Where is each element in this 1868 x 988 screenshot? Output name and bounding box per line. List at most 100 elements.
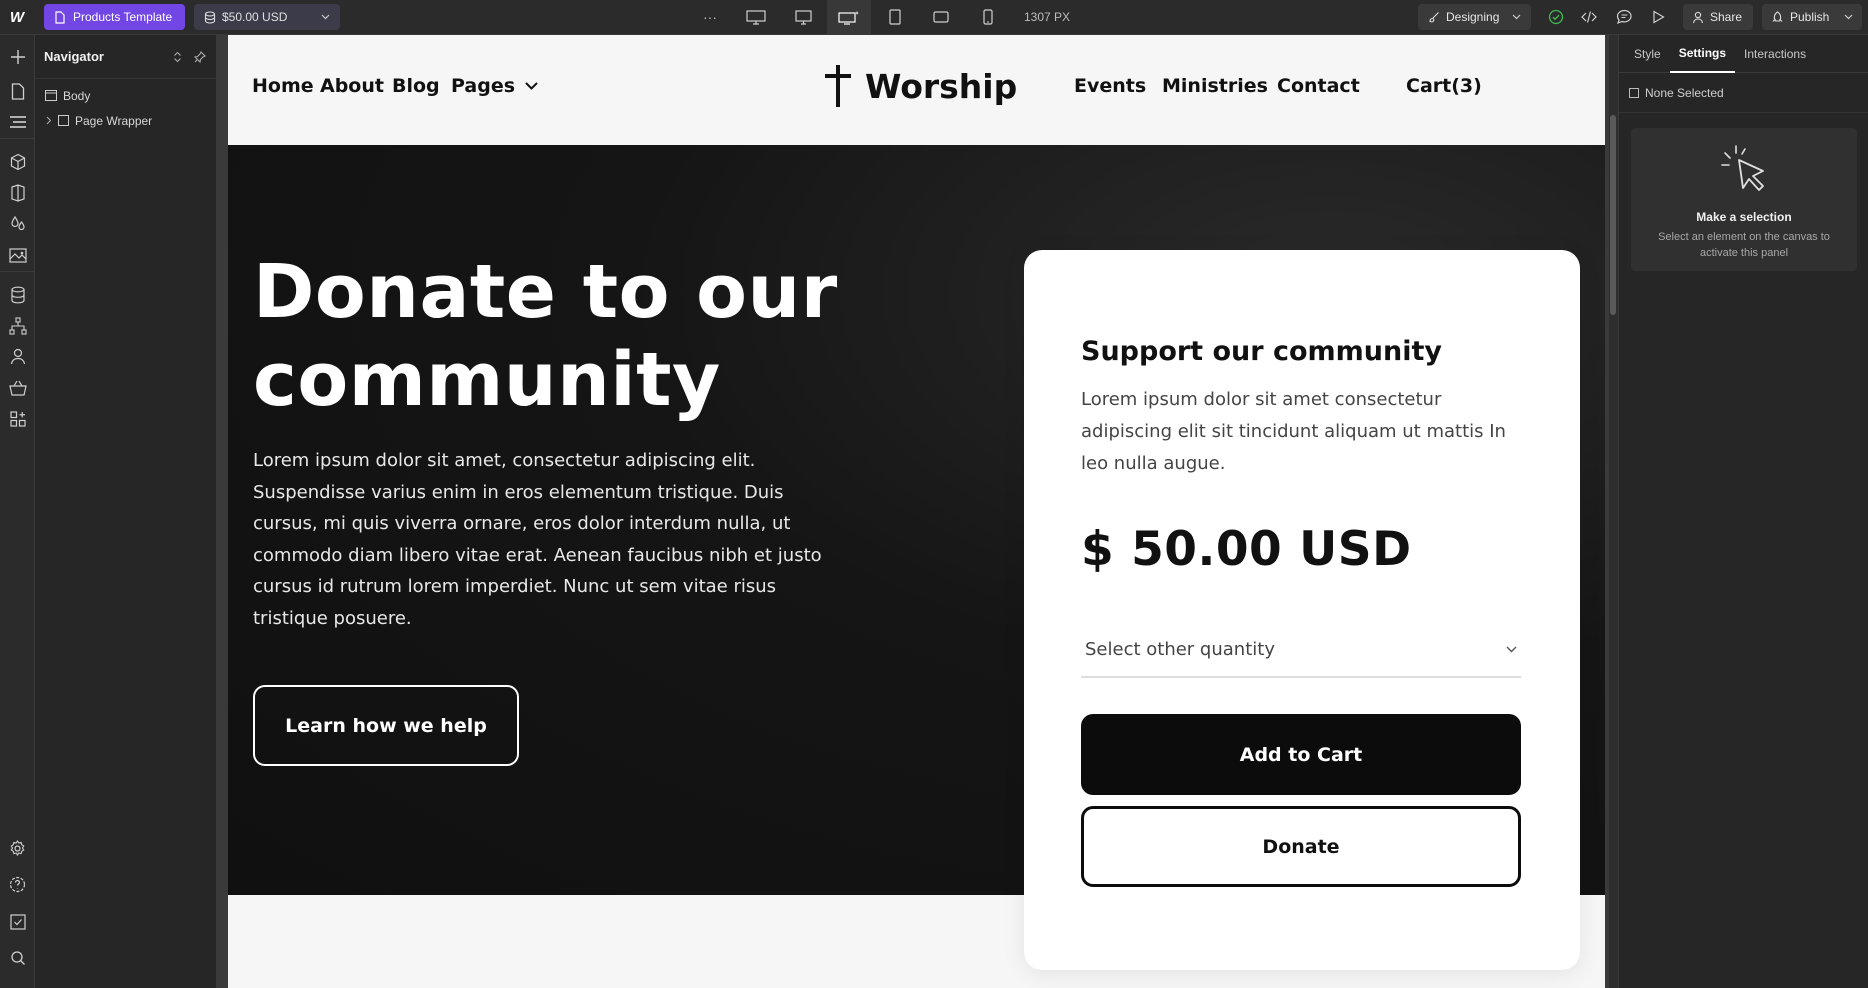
breakpoint-tablet-button[interactable]	[873, 0, 917, 34]
nav-link-contact[interactable]: Contact	[1277, 75, 1360, 97]
chevron-right-icon[interactable]	[46, 116, 52, 125]
add-to-cart-button[interactable]: Add to Cart	[1081, 714, 1521, 795]
chevron-down-icon	[525, 82, 538, 90]
tablet-icon	[889, 9, 901, 25]
hero-title: Donate to our community	[253, 249, 838, 423]
learn-how-we-help-button[interactable]: Learn how we help	[253, 685, 519, 766]
page-icon	[55, 10, 65, 24]
person-icon	[1692, 11, 1704, 23]
quantity-select[interactable]: Select other quantity	[1081, 622, 1521, 678]
navigator-panel: Navigator Body Page Wrapper	[35, 35, 217, 988]
navigator-row-label: Page Wrapper	[75, 113, 153, 128]
donation-card: Support our community Lorem ipsum dolor …	[1024, 250, 1580, 970]
product-price: $ 50.00 USD	[1081, 522, 1412, 577]
canvas-scroll-thumb[interactable]	[1610, 115, 1616, 315]
webflow-logo-icon[interactable]: W	[6, 6, 28, 28]
publish-button[interactable]: Publish	[1762, 4, 1862, 30]
hero-paragraph: Lorem ipsum dolor sit amet, consectetur …	[253, 450, 822, 629]
apps-icon[interactable]	[7, 408, 28, 429]
navigator-title: Navigator	[44, 49, 104, 64]
breakpoint-desktop-button[interactable]	[781, 0, 825, 34]
empty-state-text: Select an element on the canvas to activ…	[1658, 231, 1830, 259]
top-toolbar: W Products Template $50.00 USD ··· 1307 …	[0, 0, 1868, 35]
components-icon[interactable]	[7, 151, 28, 172]
navigator-icon[interactable]	[7, 111, 28, 132]
donate-button[interactable]: Donate	[1081, 806, 1521, 887]
users-icon[interactable]	[7, 346, 28, 367]
add-elements-icon[interactable]	[7, 46, 28, 67]
left-toolbar	[0, 35, 35, 988]
tab-style[interactable]: Style	[1625, 35, 1670, 73]
body-element-icon	[45, 90, 57, 101]
search-icon[interactable]	[7, 947, 28, 968]
expand-collapse-icon[interactable]	[173, 51, 182, 63]
cross-icon	[825, 65, 851, 107]
nav-dropdown-pages[interactable]: Pages	[451, 75, 538, 97]
cms-icon[interactable]	[7, 284, 28, 305]
navigator-row-page-wrapper[interactable]: Page Wrapper	[35, 108, 216, 133]
share-button[interactable]: Share	[1683, 4, 1753, 30]
card-description: Lorem ipsum dolor sit amet consectetur a…	[1081, 389, 1506, 474]
mode-selector[interactable]: Designing	[1418, 4, 1531, 30]
breakpoint-large-desktop-button[interactable]	[734, 0, 778, 34]
canvas-frame: Home About Blog Pages Worship Events Min…	[217, 35, 1618, 988]
navigator-row-body[interactable]: Body	[35, 83, 216, 108]
nav-link-about[interactable]: About	[320, 75, 384, 97]
panel-tabs: Style Settings Interactions	[1619, 35, 1868, 73]
brand-name: Worship	[865, 66, 1018, 106]
pages-icon[interactable]	[7, 81, 28, 102]
help-icon[interactable]	[7, 874, 28, 895]
empty-state-title: Make a selection	[1696, 210, 1792, 224]
audit-checklist-icon[interactable]	[7, 911, 28, 932]
mobile-landscape-icon	[933, 11, 949, 23]
desktop-icon	[794, 9, 812, 25]
element-outline-icon	[1629, 87, 1639, 98]
nav-link-ministries[interactable]: Ministries	[1162, 75, 1268, 97]
chevron-down-icon	[1512, 14, 1521, 20]
mobile-portrait-icon	[983, 9, 993, 25]
comments-icon[interactable]	[1616, 4, 1633, 30]
large-desktop-icon	[746, 9, 766, 25]
base-breakpoint-icon	[838, 10, 859, 25]
quantity-select-placeholder: Select other quantity	[1085, 638, 1275, 660]
nav-link-blog[interactable]: Blog	[392, 75, 440, 97]
chevron-down-icon	[1506, 646, 1517, 652]
canvas-scrollbar[interactable]	[1609, 35, 1618, 988]
nav-link-cart[interactable]: Cart(3)	[1406, 75, 1482, 97]
tab-settings[interactable]: Settings	[1669, 35, 1736, 73]
selection-status: None Selected	[1619, 73, 1868, 113]
preview-play-icon[interactable]	[1652, 4, 1665, 30]
code-icon[interactable]	[1581, 4, 1597, 30]
breakpoint-mobile-landscape-button[interactable]	[919, 0, 963, 34]
site-navbar: Home About Blog Pages Worship Events Min…	[228, 35, 1605, 145]
canvas-width-readout: 1307 PX	[1024, 10, 1071, 24]
share-label: Share	[1710, 10, 1743, 24]
collection-item-selector[interactable]: $50.00 USD	[194, 4, 340, 30]
cursor-click-icon	[1721, 145, 1764, 191]
tab-interactions[interactable]: Interactions	[1735, 35, 1815, 73]
breakpoint-mobile-portrait-button[interactable]	[966, 0, 1010, 34]
empty-selection-card: Make a selection Select an element on th…	[1631, 128, 1857, 271]
more-options-button[interactable]: ···	[703, 4, 717, 30]
brush-icon	[1429, 12, 1439, 23]
nav-link-events[interactable]: Events	[1074, 75, 1146, 97]
breakpoint-base-button[interactable]	[827, 0, 871, 34]
nav-link-pages: Pages	[451, 75, 516, 97]
ecommerce-basket-icon[interactable]	[7, 377, 28, 398]
navigator-row-label: Body	[63, 88, 91, 103]
card-title: Support our community	[1081, 336, 1443, 367]
chevron-down-icon	[1844, 14, 1853, 20]
site-brand-logo[interactable]: Worship	[825, 65, 1017, 107]
style-selectors-icon[interactable]	[7, 182, 28, 203]
nav-link-home[interactable]: Home	[252, 75, 314, 97]
variables-icon[interactable]	[7, 213, 28, 234]
logic-flow-icon[interactable]	[7, 315, 28, 336]
settings-gear-icon[interactable]	[7, 838, 28, 859]
page-selector-button[interactable]: Products Template	[44, 4, 185, 30]
design-canvas[interactable]: Home About Blog Pages Worship Events Min…	[228, 35, 1605, 988]
chevron-down-icon	[321, 14, 330, 20]
assets-icon[interactable]	[7, 244, 28, 265]
pin-icon[interactable]	[194, 50, 206, 63]
publish-status-check-icon[interactable]	[1548, 4, 1564, 30]
div-block-icon	[58, 115, 69, 126]
